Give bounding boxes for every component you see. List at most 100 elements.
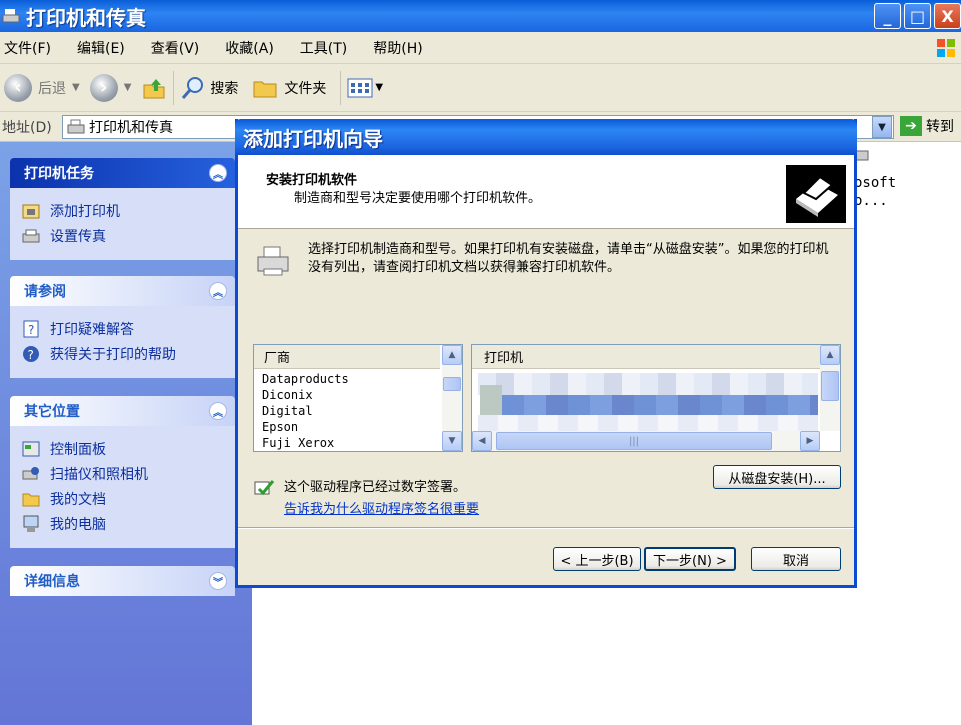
next-button[interactable]: 下一步(N) > [644, 547, 736, 571]
maximize-button[interactable]: □ [904, 3, 931, 29]
go-arrow-icon: ➔ [900, 116, 922, 136]
blurred-printer-row [480, 385, 502, 415]
window-titlebar: 打印机和传真 _ □ X [0, 0, 961, 32]
go-button[interactable]: ➔ 转到 [900, 116, 954, 136]
panel-header[interactable]: 请参阅 ︽ [10, 276, 235, 306]
manufacturer-scrollbar[interactable]: ▲ ▼ [442, 345, 462, 451]
go-label: 转到 [926, 119, 954, 135]
link-label: 打印疑难解答 [50, 321, 134, 338]
signed-driver-text: 这个驱动程序已经过数字签署。 [284, 480, 467, 495]
toolbar: ‹ 后退 ▼ › ▼ 搜索 文件夹 ▼ [0, 64, 961, 112]
manufacturer-list[interactable]: 厂商 Dataproducts Diconix Digital Epson Fu… [253, 344, 463, 452]
printer-wizard-icon [786, 165, 846, 223]
expand-icon[interactable]: ︾ [209, 572, 227, 590]
panel-header[interactable]: 打印机任务 ︽ [10, 158, 235, 188]
views-icon [347, 78, 373, 97]
svg-text:?: ? [28, 348, 34, 362]
views-button[interactable]: ▼ [347, 68, 383, 108]
place-label: 我的电脑 [50, 516, 106, 533]
chevron-down-icon[interactable]: ▼ [124, 82, 132, 93]
link-print-help[interactable]: ? 获得关于打印的帮助 [22, 341, 235, 366]
help-page-icon: ? [23, 320, 39, 337]
folders-button[interactable]: 文件夹 [252, 68, 326, 108]
scroll-left-icon[interactable]: ◀ [472, 431, 492, 451]
up-folder-icon [143, 78, 165, 98]
search-icon [182, 76, 204, 99]
printer-vscrollbar[interactable]: ▲ [820, 345, 840, 431]
task-setup-fax[interactable]: 设置传真 [22, 223, 235, 248]
scroll-thumb[interactable] [443, 377, 461, 391]
selected-printer-row[interactable] [502, 395, 818, 415]
signed-driver-icon [254, 480, 275, 496]
task-add-printer[interactable]: 添加打印机 [22, 198, 235, 223]
address-dropdown-button[interactable]: ▼ [872, 116, 892, 138]
chevron-down-icon[interactable]: ▼ [375, 82, 383, 93]
panel-header[interactable]: 其它位置 ︽ [10, 396, 235, 426]
up-folder-button[interactable] [141, 68, 167, 108]
window-title: 打印机和传真 [26, 5, 146, 30]
my-documents-icon [22, 493, 40, 506]
folders-label: 文件夹 [284, 80, 327, 97]
place-label: 控制面板 [50, 441, 106, 458]
scroll-up-icon[interactable]: ▲ [820, 345, 840, 365]
wizard-titlebar[interactable]: 添加打印机向导 [235, 119, 857, 155]
toolbar-separator [340, 70, 342, 105]
minimize-button[interactable]: _ [874, 3, 901, 29]
link-print-troubleshoot[interactable]: ? 打印疑难解答 [22, 316, 235, 341]
blurred-printer-row [478, 373, 818, 395]
printer-tasks-panel: 打印机任务 ︽ 添加打印机 设置传真 [10, 158, 235, 260]
add-printer-wizard-dialog: 添加打印机向导 安装打印机软件 制造商和型号决定要使用哪个打印机软件。 选择打印… [235, 119, 857, 588]
place-label: 我的文档 [50, 491, 106, 508]
place-control-panel[interactable]: 控制面板 [22, 436, 235, 461]
toolbar-separator [173, 70, 175, 105]
place-scanners-cameras[interactable]: 扫描仪和照相机 [22, 461, 235, 486]
close-button[interactable]: X [934, 3, 961, 29]
fax-icon [22, 229, 40, 242]
printer-list[interactable]: 打印机 ▲ ◀ ||| ▶ [471, 344, 841, 452]
address-label: 地址(D) [2, 119, 52, 136]
back-button[interactable]: ‹ 后退 ▼ [4, 68, 90, 108]
menu-view[interactable]: 查看(V) [151, 38, 200, 58]
scroll-thumb[interactable] [821, 371, 839, 401]
have-disk-button[interactable]: 从磁盘安装(H)... [713, 465, 841, 489]
manufacturer-header: 厂商 [254, 345, 440, 369]
place-my-documents[interactable]: 我的文档 [22, 486, 235, 511]
menu-tools[interactable]: 工具(T) [300, 38, 347, 58]
menu-favorites[interactable]: 收藏(A) [225, 38, 274, 58]
place-label: 扫描仪和照相机 [50, 466, 148, 483]
address-value: 打印机和传真 [89, 120, 173, 136]
manufacturer-item[interactable]: Digital [262, 403, 462, 419]
menu-file[interactable]: 文件(F) [4, 38, 51, 58]
why-signing-link[interactable]: 告诉我为什么驱动程序签名很重要 [284, 498, 479, 517]
scroll-down-icon[interactable]: ▼ [442, 431, 462, 451]
collapse-icon[interactable]: ︽ [209, 402, 227, 420]
manufacturer-item[interactable]: Diconix [262, 387, 462, 403]
place-my-computer[interactable]: 我的电脑 [22, 511, 235, 536]
manufacturer-item[interactable]: Fuji Xerox [262, 435, 462, 451]
scroll-up-icon[interactable]: ▲ [442, 345, 462, 365]
back-arrow-icon: ‹ [4, 73, 32, 102]
add-printer-icon [22, 204, 40, 218]
manufacturer-item[interactable]: Epson [262, 419, 462, 435]
collapse-icon[interactable]: ︽ [209, 282, 227, 300]
cancel-button[interactable]: 取消 [751, 547, 841, 571]
panel-title: 打印机任务 [24, 166, 94, 182]
menu-help[interactable]: 帮助(H) [373, 38, 422, 58]
manufacturer-item[interactable]: Dataproducts [262, 371, 462, 387]
panel-header[interactable]: 详细信息 ︾ [10, 566, 235, 596]
collapse-icon[interactable]: ︽ [209, 164, 227, 182]
chevron-down-icon[interactable]: ▼ [72, 82, 80, 93]
help-circle-icon: ? [23, 345, 39, 362]
see-also-panel: 请参阅 ︽ ? 打印疑难解答 ? 获得关于打印的帮助 [10, 276, 235, 378]
back-button[interactable]: < 上一步(B) [553, 547, 641, 571]
forward-button[interactable]: › ▼ [89, 68, 142, 108]
printer-hscrollbar[interactable]: ◀ ||| ▶ [472, 431, 820, 451]
menu-edit[interactable]: 编辑(E) [77, 38, 125, 58]
search-button[interactable]: 搜索 [180, 68, 238, 108]
printer-icon [257, 246, 289, 276]
scroll-thumb[interactable]: ||| [496, 432, 772, 450]
scroll-right-icon[interactable]: ▶ [800, 431, 820, 451]
printer-fax-icon [67, 119, 85, 134]
details-panel: 详细信息 ︾ [10, 566, 235, 596]
back-label: 后退 [38, 80, 66, 97]
